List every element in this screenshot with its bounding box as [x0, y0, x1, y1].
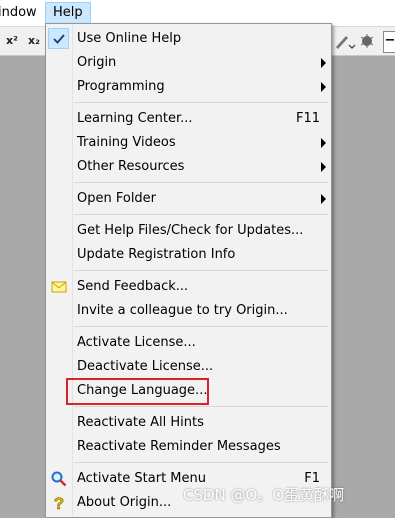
menu-item-label: Get Help Files/Check for Updates...: [77, 223, 304, 238]
menu-item-origin[interactable]: Origin: [46, 51, 331, 75]
menu-item-label: Update Registration Info: [77, 247, 236, 262]
checkmark-icon: [53, 34, 65, 44]
svg-text:?: ?: [54, 494, 64, 512]
bug-icon: [360, 34, 374, 48]
menu-separator: [74, 462, 328, 463]
menu-separator: [74, 270, 328, 271]
menu-item-label: Reactivate Reminder Messages: [77, 439, 281, 454]
menu-item-use-online-help[interactable]: Use Online Help: [46, 27, 331, 51]
pen-icon: [336, 36, 356, 49]
menu-item-reactivate-reminders[interactable]: Reactivate Reminder Messages: [46, 435, 331, 459]
envelope-icon: [51, 281, 67, 293]
menu-item-label: Learning Center...: [77, 111, 193, 126]
superscript-button[interactable]: x²: [6, 32, 18, 50]
menu-item-label: Training Videos: [77, 135, 176, 150]
magnifier-icon: [51, 471, 67, 487]
subscript-button[interactable]: x₂: [28, 32, 40, 50]
menu-item-label: Send Feedback...: [77, 279, 189, 294]
question-mark-icon: ?: [54, 494, 65, 512]
menu-item-update-registration[interactable]: Update Registration Info: [46, 243, 331, 267]
menu-item-programming[interactable]: Programming: [46, 75, 331, 99]
menu-item-label: Use Online Help: [77, 31, 182, 46]
menu-item-label: Programming: [77, 79, 165, 94]
watermark-text: CSDN @O。O蛋黄酥啊: [183, 486, 345, 504]
menu-separator: [74, 214, 328, 215]
menu-separator: [74, 102, 328, 103]
menu-window[interactable]: indow: [0, 4, 43, 22]
menu-item-label: About Origin...: [77, 495, 172, 510]
menu-item-invite-colleague[interactable]: Invite a colleague to try Origin...: [46, 299, 331, 323]
menu-item-learning-center[interactable]: Learning Center... F11: [46, 107, 331, 131]
red-highlight-box: [66, 378, 209, 405]
menu-item-get-help-files[interactable]: Get Help Files/Check for Updates...: [46, 219, 331, 243]
menu-item-activate-license[interactable]: Activate License...: [46, 331, 331, 355]
menu-item-label: Invite a colleague to try Origin...: [77, 303, 288, 318]
submenu-arrow-icon: [321, 138, 326, 148]
submenu-arrow-icon: [321, 58, 326, 68]
menu-separator: [74, 182, 328, 183]
menu-separator: [74, 406, 328, 407]
menu-item-label: Reactivate All Hints: [77, 415, 204, 430]
menu-item-reactivate-hints[interactable]: Reactivate All Hints: [46, 411, 331, 435]
menu-item-send-feedback[interactable]: Send Feedback...: [46, 275, 331, 299]
menu-item-other-resources[interactable]: Other Resources: [46, 155, 331, 179]
menu-item-label: Activate License...: [77, 335, 196, 350]
submenu-arrow-icon: [321, 82, 326, 92]
menu-item-shortcut: F11: [295, 111, 320, 126]
menu-item-label: Origin: [77, 55, 117, 70]
menu-item-label: Other Resources: [77, 159, 185, 174]
menu-item-deactivate-license[interactable]: Deactivate License...: [46, 355, 331, 379]
menu-separator: [74, 326, 328, 327]
menu-item-label: Open Folder: [77, 191, 157, 206]
pen-and-bug-icons[interactable]: [334, 31, 380, 51]
menu-item-open-folder[interactable]: Open Folder: [46, 187, 331, 211]
help-dropdown-menu: Use Online Help Origin Programming Learn…: [45, 23, 332, 518]
submenu-arrow-icon: [321, 162, 326, 172]
menu-help[interactable]: Help: [45, 2, 91, 24]
submenu-arrow-icon: [321, 194, 326, 204]
minus-button[interactable]: −: [383, 31, 395, 53]
menu-item-label: Deactivate License...: [77, 359, 214, 374]
menu-item-training-videos[interactable]: Training Videos: [46, 131, 331, 155]
